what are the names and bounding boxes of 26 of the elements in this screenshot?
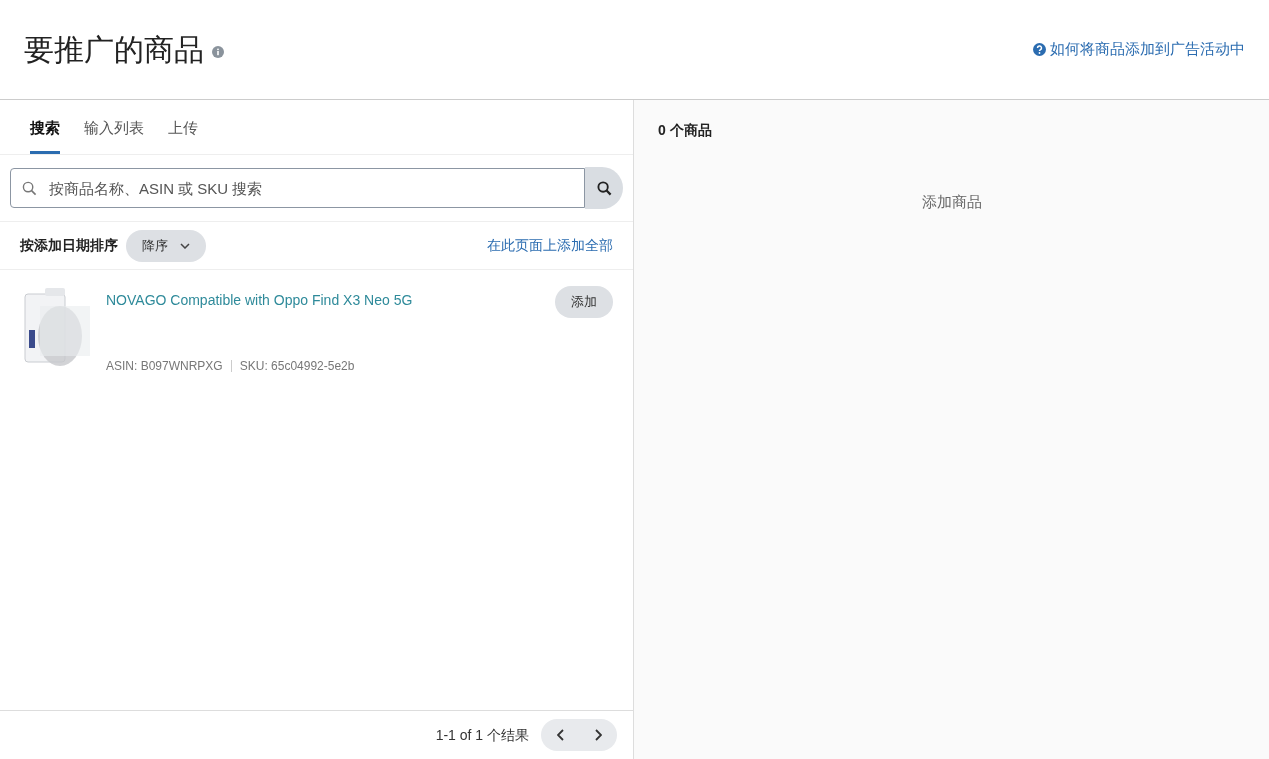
selected-count: 0 个商品 <box>658 121 713 140</box>
search-field[interactable]: 按商品名称、ASIN 或 SKU 搜索 <box>10 168 585 208</box>
add-all-link[interactable]: 在此页面上添加全部 <box>487 235 613 256</box>
search-icon <box>596 180 612 196</box>
chevron-down-icon <box>180 242 190 249</box>
sku-text: SKU: 65c04992-5e2b <box>239 358 355 375</box>
help-link[interactable]: 如何将商品添加到广告活动中 <box>1050 38 1245 61</box>
empty-message: 添加商品 <box>921 192 982 212</box>
chevron-left-icon <box>556 729 564 741</box>
tab[interactable]: 上传 <box>168 116 198 154</box>
product-title[interactable]: NOVAGO Compatible with Oppo Find X3 Neo 5G <box>106 290 539 311</box>
search-icon <box>22 181 37 196</box>
page-title: 要推广的商品 <box>24 32 204 68</box>
sort-dropdown[interactable]: 降序 <box>126 229 206 262</box>
help-icon <box>1033 43 1046 56</box>
asin-text: ASIN: B097WNRPXG <box>106 358 223 375</box>
pagination-summary: 1-1 of 1 个结果 <box>435 725 529 745</box>
add-button[interactable]: 添加 <box>555 286 613 318</box>
next-page-button[interactable] <box>579 719 617 751</box>
search-button[interactable] <box>585 167 623 209</box>
previous-page-button[interactable] <box>541 719 579 751</box>
info-icon[interactable] <box>212 45 224 58</box>
sort-label: 按添加日期排序 <box>20 236 118 255</box>
tab[interactable]: 输入列表 <box>84 116 144 154</box>
tab[interactable]: 搜索 <box>30 116 60 154</box>
chevron-right-icon <box>594 729 602 741</box>
